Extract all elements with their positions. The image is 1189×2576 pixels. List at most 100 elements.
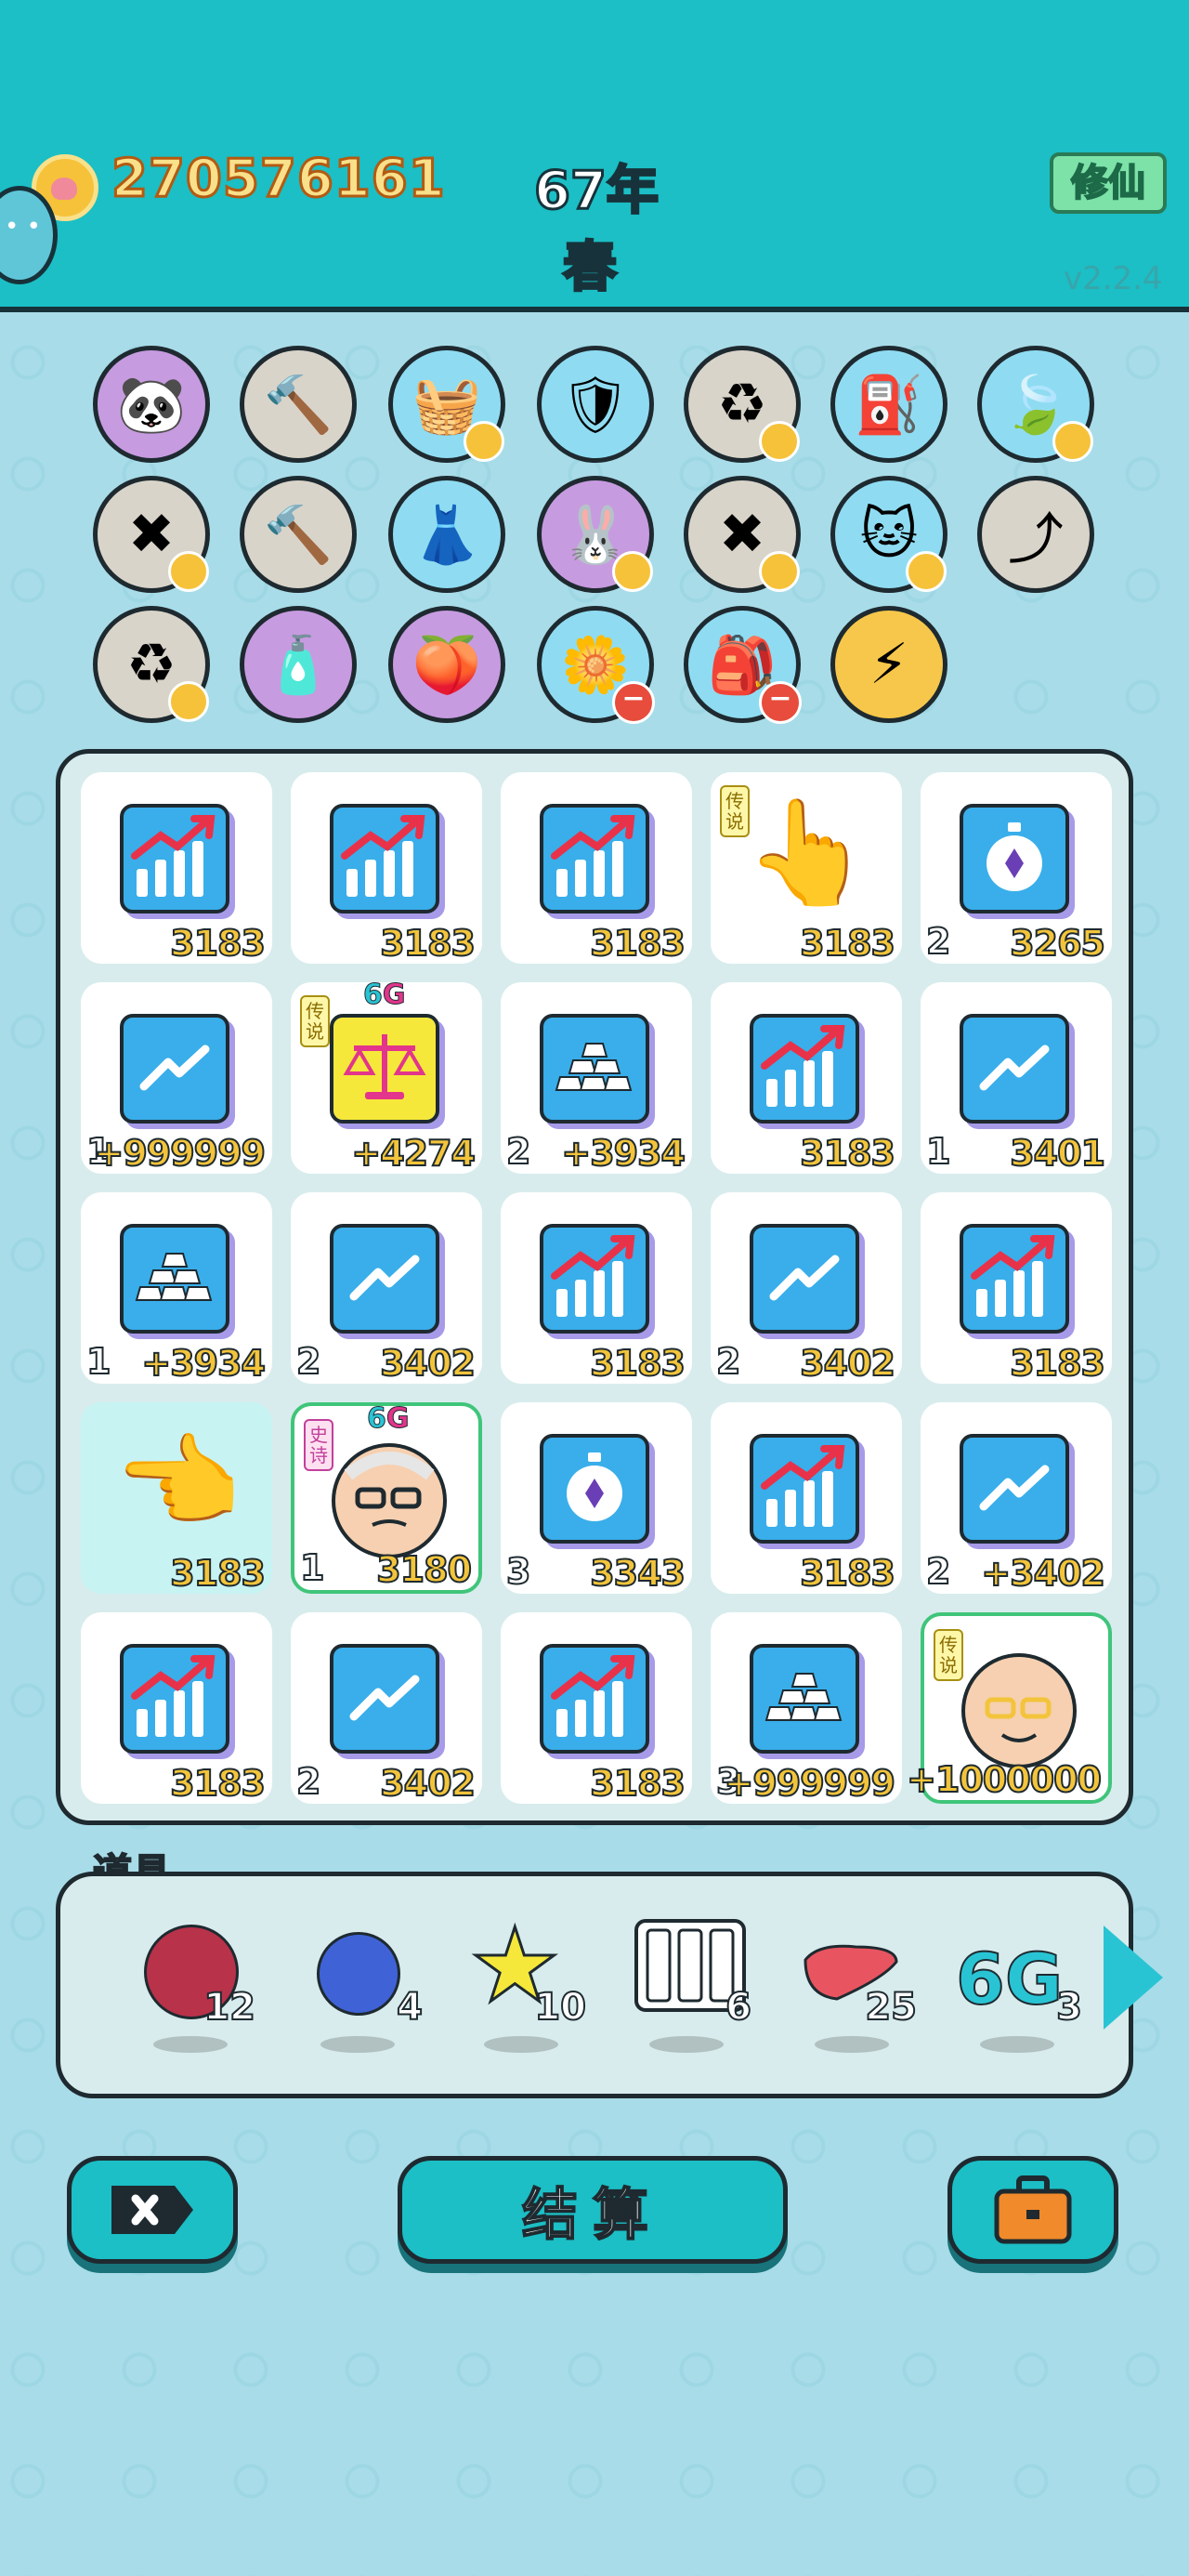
discard-button[interactable]: [67, 2156, 238, 2264]
grid-cell-chart-up[interactable]: 3183: [81, 772, 272, 965]
6g-icon: 6G: [955, 1937, 1064, 2021]
grid-cell-gold-bars[interactable]: 3 +999999: [711, 1612, 902, 1805]
buff-rabbit-icon[interactable]: 🐰: [537, 476, 654, 593]
skirt-glyph: 👗: [412, 502, 482, 568]
grid-cell-chart-up[interactable]: 3183: [711, 982, 902, 1175]
slot-grid: 3183 3183 3183 👆 传说 3183 2 3265 1 +99999…: [56, 749, 1133, 1825]
cell-value: 3402: [379, 1342, 477, 1385]
old-man-icon: [332, 1443, 447, 1558]
grid-cell-scales[interactable]: 传说 6G +4274: [291, 979, 482, 1175]
shield-glyph: 🛡: [559, 372, 632, 438]
cell-value: 3183: [589, 1762, 686, 1805]
cell-value: 3402: [799, 1342, 896, 1385]
grid-cell-chart-up[interactable]: 3183: [501, 1612, 692, 1805]
grid-cell-stopwatch[interactable]: 2 3265: [921, 772, 1112, 965]
buff-leaf-icon[interactable]: 🍃: [977, 346, 1094, 463]
grid-cell-trend-line[interactable]: 2 3402: [291, 1612, 482, 1805]
grid-cell-old-man[interactable]: 史诗 6G 1 3180: [291, 1402, 482, 1594]
season-display: 春: [561, 234, 618, 300]
grid-cell-trend-line[interactable]: 1 3401: [921, 982, 1112, 1175]
buff-spray-icon[interactable]: 🧴: [240, 606, 357, 723]
buff-lightning-icon[interactable]: ⚡: [830, 606, 947, 723]
refresh-2-glyph: ♻: [126, 632, 176, 697]
grid-cell-trend-line[interactable]: 2 3402: [711, 1192, 902, 1385]
year-display: 67年: [533, 160, 660, 223]
spray-glyph: 🧴: [263, 632, 333, 698]
inventory-button[interactable]: [947, 2156, 1118, 2264]
prop-liver[interactable]: 25: [787, 1904, 918, 2053]
settle-button[interactable]: 结算: [398, 2156, 788, 2264]
buff-discard-2-icon[interactable]: ✖: [684, 476, 801, 593]
buff-sack-icon[interactable]: 🎒 −: [684, 606, 802, 724]
grid-cell-chart-up[interactable]: 3183: [291, 772, 482, 965]
cell-value: 3401: [1009, 1132, 1106, 1175]
buff-hammer-icon[interactable]: 🔨: [240, 346, 357, 463]
trend-line-icon: [330, 1224, 439, 1334]
grid-cell-bald-man[interactable]: 传说 +1000000: [906, 1612, 1112, 1804]
buff-discard-icon[interactable]: ✖: [93, 476, 210, 593]
xiuxian-button[interactable]: 修仙: [1050, 152, 1167, 214]
prop-star[interactable]: ★ 10: [456, 1904, 587, 2053]
chart-up-icon: [750, 1434, 859, 1544]
chart-up-icon: [540, 804, 649, 913]
grid-cell-pointing-hand-left[interactable]: 👈 3183: [81, 1402, 272, 1595]
grid-cell-chart-up[interactable]: 3183: [501, 772, 692, 965]
rarity-tag: 传说: [934, 1629, 963, 1681]
trend-line-icon: [330, 1644, 439, 1754]
grid-cell-chart-up[interactable]: 3183: [921, 1192, 1112, 1385]
grid-cell-trend-line[interactable]: 1 +999999: [81, 982, 272, 1175]
cell-value: 3183: [799, 1552, 896, 1595]
buff-fruit-basket-icon[interactable]: 🧺: [388, 346, 505, 463]
buff-pump-icon[interactable]: ⛽: [830, 346, 947, 463]
grid-cell-pointing-hand[interactable]: 👆 传说 3183: [711, 772, 902, 965]
cell-level: 2: [925, 1550, 951, 1593]
coin-counter: 270576161: [111, 148, 447, 211]
chart-up-icon: [540, 1224, 649, 1334]
cell-value: +4274: [350, 1132, 477, 1175]
grid-cell-trend-line[interactable]: 2 3402: [291, 1192, 482, 1385]
6g-badge-icon: 6G: [367, 1402, 410, 1436]
prop-battery[interactable]: 6: [621, 1904, 752, 2053]
panda-glyph: 🐼: [116, 372, 187, 438]
grid-cell-chart-up[interactable]: 3183: [501, 1192, 692, 1385]
grid-cell-gold-bars[interactable]: 2 +3934: [501, 982, 692, 1175]
props-next-arrow-icon[interactable]: [1104, 1925, 1163, 2030]
grid-cell-gold-bars[interactable]: 1 +3934: [81, 1192, 272, 1385]
settle-button-label: 结算: [521, 2182, 663, 2249]
grid-cell-trend-line[interactable]: 2 +3402: [921, 1402, 1112, 1595]
prop-shadow: [484, 2036, 558, 2053]
prop-count: 10: [533, 1985, 587, 2030]
cell-level: 1: [299, 1546, 325, 1589]
heart-badge-icon: [612, 551, 653, 592]
buff-flower-pot-icon[interactable]: 🌼 −: [537, 606, 655, 724]
grid-cell-chart-up[interactable]: 3183: [81, 1612, 272, 1805]
rarity-tag: 传说: [720, 785, 750, 837]
minus-badge-icon: −: [612, 681, 655, 724]
rarity-tag: 传说: [300, 995, 330, 1047]
buff-refresh-2-icon[interactable]: ♻: [93, 606, 210, 723]
buff-shield-icon[interactable]: 🛡: [537, 346, 654, 463]
cell-value: 3183: [1009, 1342, 1106, 1385]
cell-value: 3180: [375, 1548, 473, 1591]
buff-eyepatch-icon[interactable]: 🍑: [388, 606, 505, 723]
buff-skirt-icon[interactable]: 👗: [388, 476, 505, 593]
6g-badge-icon: 6G: [363, 979, 406, 1012]
buff-refresh-icon[interactable]: ♻: [684, 346, 801, 463]
prop-6g[interactable]: 6G 3: [952, 1904, 1083, 2053]
prop-count: 3: [1055, 1985, 1083, 2030]
prop-blueberry[interactable]: 4: [293, 1904, 424, 2053]
buff-panda-icon[interactable]: 🐼: [93, 346, 210, 463]
hammer-glyph: 🔨: [263, 372, 333, 438]
buff-arrow-card-icon[interactable]: ⤴: [977, 476, 1094, 593]
grid-cell-chart-up[interactable]: 3183: [711, 1402, 902, 1595]
prop-count: 6: [725, 1985, 752, 2030]
briefcase-icon: [994, 2175, 1072, 2244]
heart-badge-icon: [464, 421, 504, 462]
buff-hammer-2-icon[interactable]: 🔨: [240, 476, 357, 593]
gold-bars-icon: [750, 1644, 859, 1754]
stopwatch-icon: [540, 1434, 649, 1544]
buff-cat-icon[interactable]: 🐱: [830, 476, 947, 593]
prop-shadow: [815, 2036, 889, 2053]
grid-cell-stopwatch[interactable]: 3 3343: [501, 1402, 692, 1595]
prop-lychee[interactable]: 12: [125, 1904, 256, 2053]
